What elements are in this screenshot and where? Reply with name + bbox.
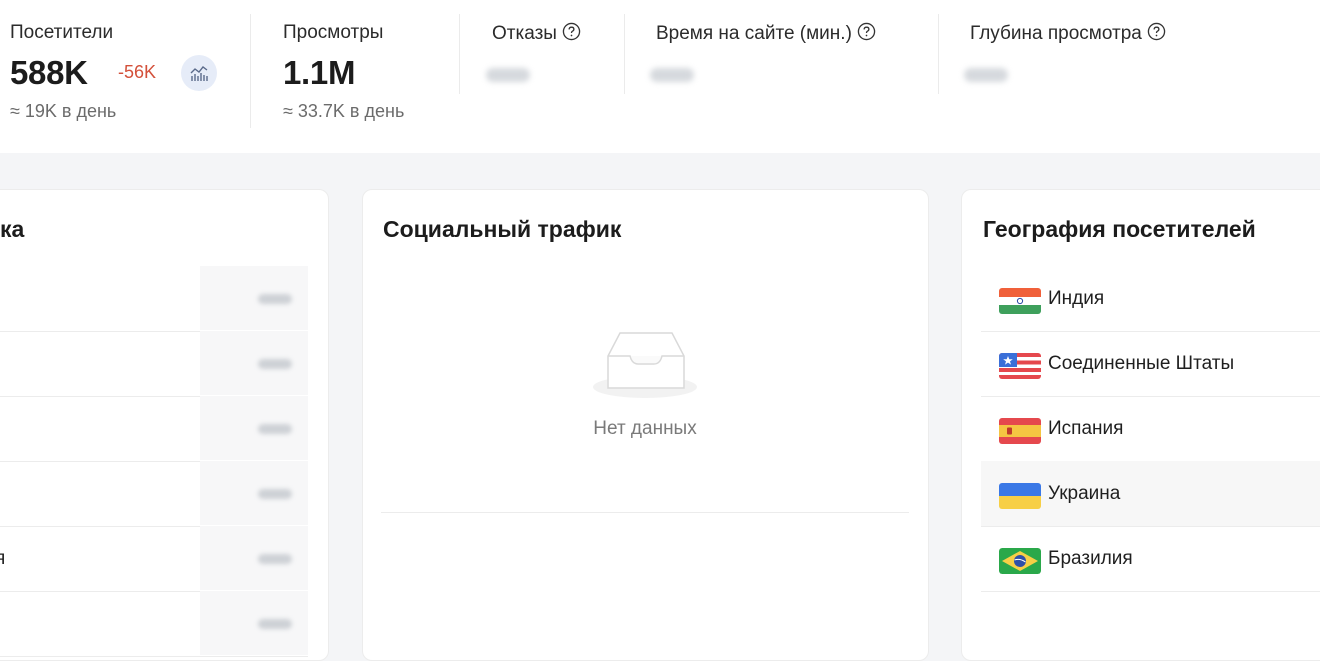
stat-bounces-label-text: Отказы xyxy=(492,23,557,44)
stat-depth-label-text: Глубина просмотра xyxy=(970,23,1142,44)
stat-time-label-text: Время на сайте (мин.) xyxy=(656,23,852,44)
country-name: Бразилия xyxy=(1048,548,1133,569)
country-name: Украина xyxy=(1048,483,1121,504)
stat-divider xyxy=(938,14,939,94)
hidden-value xyxy=(258,359,292,369)
empty-state-text: Нет данных xyxy=(593,418,697,439)
social-card-divider xyxy=(381,512,909,513)
list-item[interactable] xyxy=(0,331,308,397)
stats-bar: Посетители 588K -56K ≈ 19K в день Просмо… xyxy=(0,0,1320,153)
hidden-value xyxy=(258,489,292,499)
help-icon[interactable] xyxy=(1147,22,1166,41)
list-item[interactable] xyxy=(0,396,308,462)
geography-title: География посетителей xyxy=(983,216,1256,242)
stat-visitors-delta: -56K xyxy=(118,62,157,82)
country-name: Соединенные Штаты xyxy=(1048,353,1235,374)
stat-views-value: 1.1M xyxy=(283,54,356,91)
trend-chart-button[interactable] xyxy=(181,55,217,91)
list-item[interactable] xyxy=(0,461,308,527)
help-icon[interactable] xyxy=(562,22,581,41)
list-item[interactable]: я xyxy=(0,526,308,592)
stat-bounces-hidden-value xyxy=(486,68,530,82)
list-item[interactable]: Соединенные Штаты xyxy=(981,331,1320,397)
stat-visitors-label: Посетители xyxy=(10,22,114,43)
stat-time-hidden-value xyxy=(650,68,694,82)
stat-depth-label: Глубина просмотра xyxy=(970,22,1166,45)
stat-visitors-value: 588K xyxy=(10,54,88,91)
list-item[interactable]: Украина xyxy=(981,461,1320,527)
trend-chart-icon xyxy=(190,66,208,81)
stat-time-label: Время на сайте (мин.) xyxy=(656,22,876,45)
brazil-flag-icon xyxy=(999,548,1041,574)
stat-views-sub: ≈ 33.7K в день xyxy=(283,101,405,121)
list-item-label: я xyxy=(0,548,6,569)
spain-flag-icon xyxy=(999,418,1041,444)
list-item[interactable]: Испания xyxy=(981,396,1320,462)
stat-views-label: Просмотры xyxy=(283,22,384,43)
country-name: Индия xyxy=(1048,288,1105,309)
stat-visitors-sub: ≈ 19K в день xyxy=(10,101,117,121)
india-flag-icon xyxy=(999,288,1041,314)
empty-inbox-icon xyxy=(593,332,697,398)
help-icon[interactable] xyxy=(857,22,876,41)
list-item[interactable] xyxy=(0,266,308,332)
stat-divider xyxy=(250,14,251,128)
hidden-value xyxy=(258,424,292,434)
left-card-title: ка xyxy=(0,216,25,242)
stat-bounces-label: Отказы xyxy=(492,22,581,45)
hidden-value xyxy=(258,619,292,629)
social-traffic-title: Социальный трафик xyxy=(383,216,622,242)
usa-flag-icon xyxy=(999,353,1041,379)
stat-depth-hidden-value xyxy=(964,68,1008,82)
list-item[interactable] xyxy=(0,591,308,657)
list-item[interactable]: Индия xyxy=(981,266,1320,332)
list-item[interactable]: Бразилия xyxy=(981,526,1320,592)
stat-divider xyxy=(459,14,460,94)
hidden-value xyxy=(258,294,292,304)
stat-divider xyxy=(624,14,625,94)
country-name: Испания xyxy=(1048,418,1124,439)
hidden-value xyxy=(258,554,292,564)
ukraine-flag-icon xyxy=(999,483,1041,509)
